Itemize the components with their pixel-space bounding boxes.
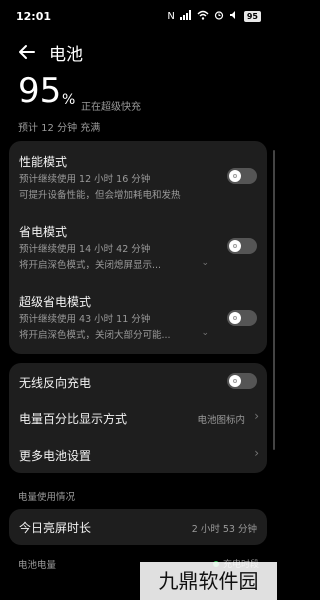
usage-section-label: 电量使用情况 <box>18 492 76 503</box>
screen-time-card: 今日亮屏时长 2 小时 53 分钟 <box>9 509 267 545</box>
toggle-knob <box>229 240 241 252</box>
mode-title: 性能模式 <box>19 155 68 169</box>
mode-title: 超级省电模式 <box>19 295 92 309</box>
toggle-knob <box>229 170 241 182</box>
power-mode-card: 性能模式 预计继续使用 12 小时 16 分钟 可提升设备性能，但会增加耗电和发… <box>9 141 267 354</box>
power-saving-mode-row[interactable]: 省电模式 预计继续使用 14 小时 42 分钟 将开启深色模式，关闭熄屏显示..… <box>9 213 267 283</box>
charging-status: 正在超级快充 <box>81 102 141 113</box>
nfc-icon: N <box>167 11 175 22</box>
signal-icon <box>179 10 192 23</box>
wireless-reverse-charging-row[interactable]: 无线反向充电 <box>9 363 267 399</box>
chevron-down-icon[interactable]: ⌄ <box>201 258 209 268</box>
page-title: 电池 <box>49 45 83 65</box>
back-arrow-icon[interactable] <box>18 42 36 62</box>
toggle-knob <box>229 312 241 324</box>
mode-estimate: 预计继续使用 14 小时 42 分钟 <box>19 244 151 255</box>
status-bar: 12:01 N 95 <box>0 0 277 34</box>
chevron-right-icon: › <box>254 446 259 460</box>
mode-estimate: 预计继续使用 43 小时 11 分钟 <box>19 314 151 325</box>
battery-settings-card: 无线反向充电 电量百分比显示方式 电池图标内 › 更多电池设置 › <box>9 363 267 473</box>
performance-mode-toggle[interactable] <box>227 168 257 184</box>
chevron-right-icon: › <box>254 409 259 423</box>
battery-level-label: 电池电量 <box>18 560 57 571</box>
setting-label: 更多电池设置 <box>19 449 92 463</box>
charge-eta: 预计 12 分钟 充满 <box>18 123 101 134</box>
toggle-knob <box>229 375 241 387</box>
setting-value: 电池图标内 <box>197 415 245 426</box>
alarm-icon <box>214 10 224 23</box>
percent-sign: % <box>62 92 76 108</box>
battery-percent: 95 <box>18 71 62 111</box>
wifi-icon <box>197 10 209 23</box>
status-time: 12:01 <box>16 10 52 23</box>
header: 电池 <box>18 40 258 66</box>
setting-label: 无线反向充电 <box>19 376 92 390</box>
more-battery-settings-row[interactable]: 更多电池设置 › <box>9 435 267 473</box>
mode-estimate: 预计继续使用 12 小时 16 分钟 <box>19 174 151 185</box>
screen-time-row[interactable]: 今日亮屏时长 2 小时 53 分钟 <box>9 509 267 545</box>
ultra-power-saving-mode-toggle[interactable] <box>227 310 257 326</box>
sound-icon <box>229 10 239 23</box>
wireless-reverse-charging-toggle[interactable] <box>227 373 257 389</box>
watermark-logo: 九鼎软件园 <box>140 562 277 600</box>
performance-mode-row[interactable]: 性能模式 预计继续使用 12 小时 16 分钟 可提升设备性能，但会增加耗电和发… <box>9 141 267 213</box>
status-icons: N 95 <box>167 10 261 23</box>
scrollbar[interactable] <box>273 150 275 450</box>
setting-label: 电量百分比显示方式 <box>19 412 128 426</box>
battery-badge: 95 <box>243 11 261 22</box>
power-saving-mode-toggle[interactable] <box>227 238 257 254</box>
battery-percentage-display-row[interactable]: 电量百分比显示方式 电池图标内 › <box>9 399 267 435</box>
ultra-power-saving-mode-row[interactable]: 超级省电模式 预计继续使用 43 小时 11 分钟 将开启深色模式，关闭大部分可… <box>9 283 267 354</box>
mode-description: 将开启深色模式，关闭熄屏显示... <box>19 260 162 271</box>
mode-description: 将开启深色模式，关闭大部分可能... <box>19 330 171 341</box>
screen-time-value: 2 小时 53 分钟 <box>191 524 257 535</box>
chevron-down-icon[interactable]: ⌄ <box>201 328 209 338</box>
mode-title: 省电模式 <box>19 225 68 239</box>
mode-description: 可提升设备性能，但会增加耗电和发热 <box>19 190 181 201</box>
screen-time-label: 今日亮屏时长 <box>19 521 92 535</box>
